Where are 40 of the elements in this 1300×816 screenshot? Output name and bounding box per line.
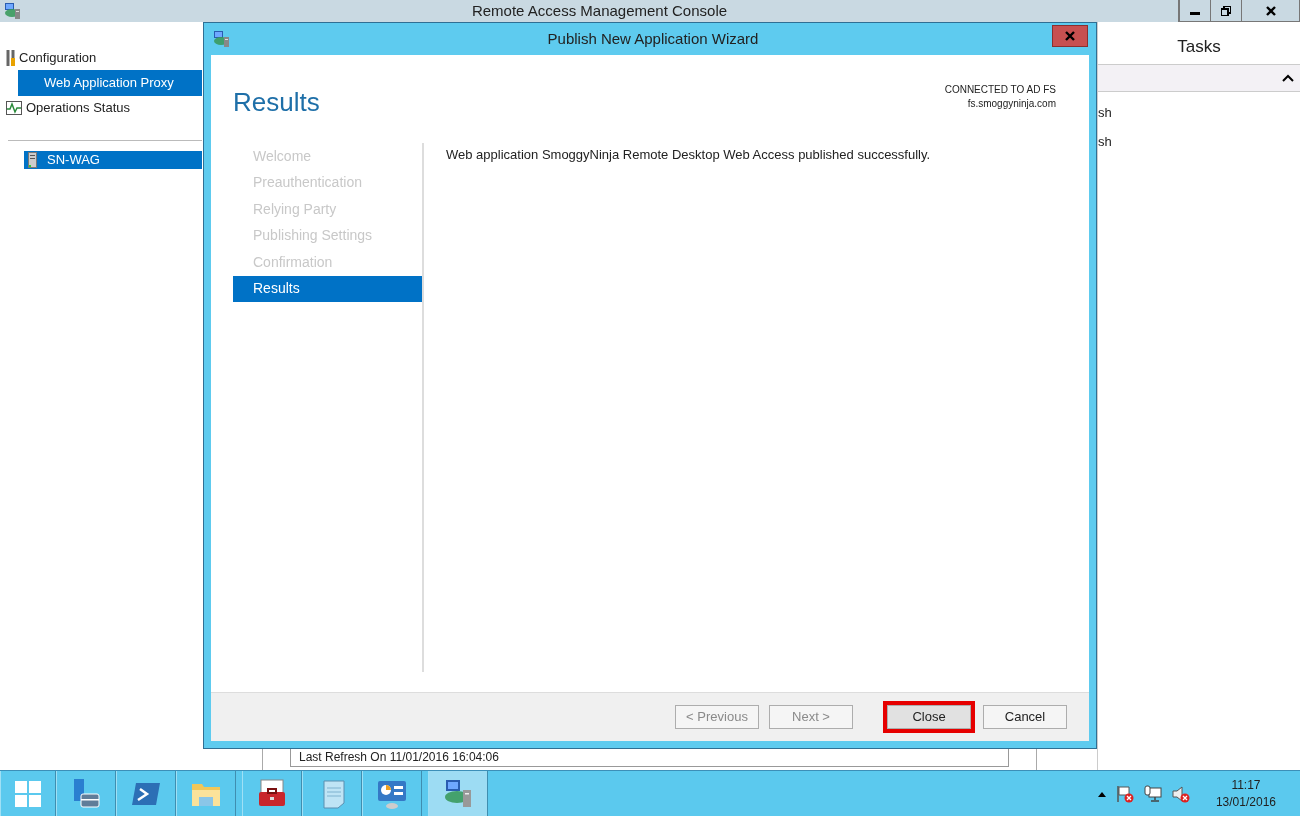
- window-title: Remote Access Management Console: [470, 0, 729, 21]
- remote-access-icon: [442, 777, 474, 810]
- taskbar-button[interactable]: [362, 771, 422, 816]
- task-link[interactable]: sh: [1098, 103, 1112, 123]
- wizard-step[interactable]: Results: [233, 275, 422, 302]
- nav-item[interactable]: Operations Status: [0, 96, 202, 120]
- remote-access-icon: [3, 2, 21, 20]
- collapse-icon: [1282, 73, 1294, 82]
- taskbar-button[interactable]: [242, 771, 302, 816]
- flag-error-icon[interactable]: [1115, 784, 1134, 803]
- connection-text: CONNECTED TO AD FS: [944, 83, 1056, 97]
- taskbar-button[interactable]: [428, 771, 488, 816]
- taskbar-button[interactable]: [116, 771, 176, 816]
- remote-access-icon: [212, 30, 230, 48]
- nav-item[interactable]: Web Application Proxy: [18, 70, 202, 96]
- minimize-icon: [1190, 12, 1200, 15]
- start-button[interactable]: [0, 771, 56, 816]
- clock-date: 13/01/2016: [1215, 793, 1276, 811]
- caret-up-icon: [1097, 791, 1106, 797]
- restore-icon: [1221, 5, 1231, 16]
- monitor-icon: [6, 101, 22, 115]
- dialog-title: Publish New Application Wizard: [546, 28, 760, 49]
- wizard-button[interactable]: Cancel: [983, 705, 1067, 729]
- clock[interactable]: 11:17 13/01/2016: [1215, 776, 1276, 811]
- speaker-muted-icon[interactable]: [1171, 784, 1190, 803]
- nav-item[interactable]: Configuration: [0, 46, 202, 70]
- pane-title: Tasks: [1176, 36, 1222, 58]
- server-icon: [28, 152, 37, 168]
- connection-text: fs.smoggyninja.com: [966, 97, 1056, 111]
- result-message: Web application SmoggyNinja Remote Desktop Web Access published successfully.: [446, 147, 931, 162]
- clock-time: 11:17: [1230, 776, 1262, 794]
- windows-logo-icon: [15, 780, 41, 807]
- close-icon: [1265, 5, 1276, 16]
- close-icon: [1065, 31, 1075, 41]
- task-link[interactable]: sh: [1098, 132, 1112, 152]
- network-icon[interactable]: [1143, 784, 1162, 803]
- tools-icon: [6, 50, 15, 66]
- server-item[interactable]: SN-WAG: [24, 151, 202, 169]
- page-heading: Results: [233, 86, 320, 119]
- taskbar-button[interactable]: [56, 771, 116, 816]
